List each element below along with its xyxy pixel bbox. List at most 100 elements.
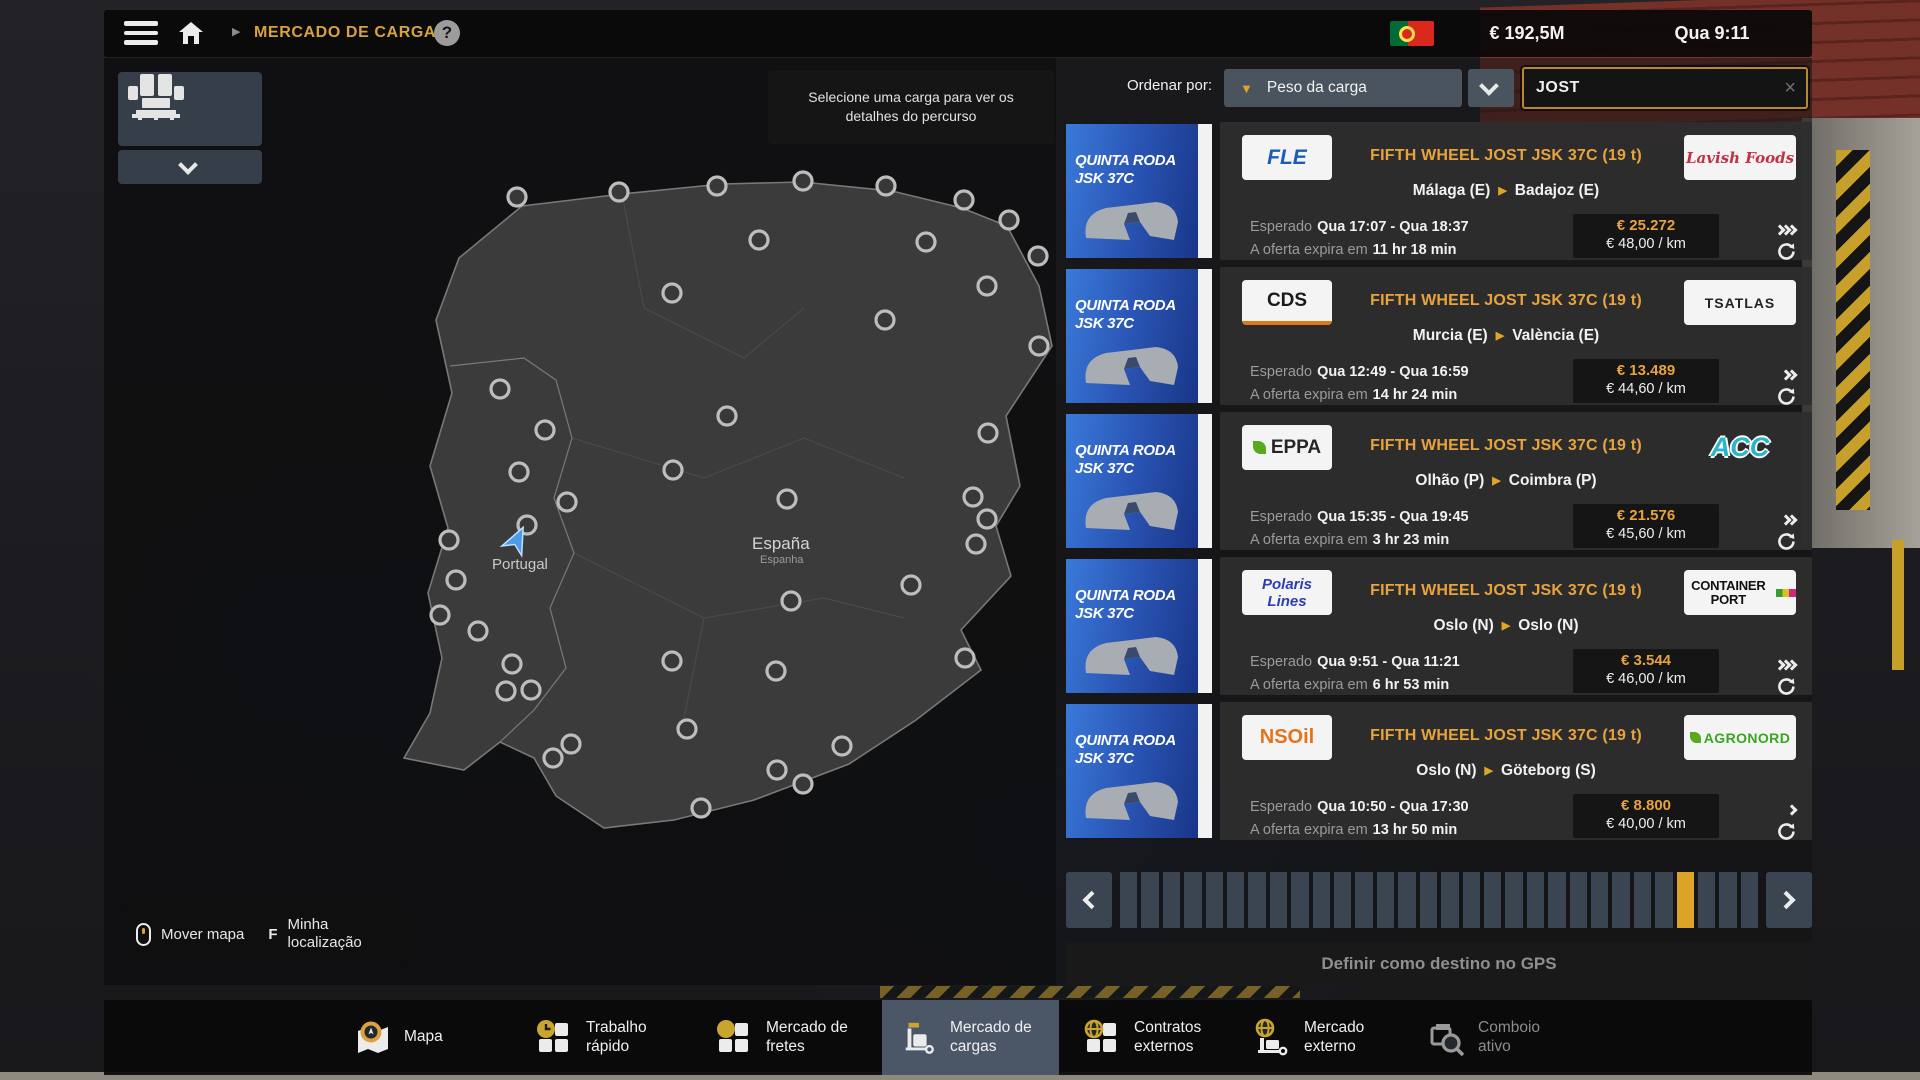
page-tick[interactable]: [1291, 872, 1308, 928]
city-marker[interactable]: [877, 177, 895, 195]
city-marker[interactable]: [522, 681, 540, 699]
city-marker[interactable]: [778, 490, 796, 508]
collapse-filter-button[interactable]: [118, 150, 262, 184]
page-tick[interactable]: [1184, 872, 1201, 928]
fifth-wheel-image: [1078, 196, 1188, 248]
city-marker[interactable]: [1000, 211, 1018, 229]
city-marker[interactable]: [833, 737, 851, 755]
page-tick[interactable]: [1163, 872, 1180, 928]
page-tick[interactable]: [1505, 872, 1522, 928]
set-gps-destination-button[interactable]: Definir como destino no GPS: [1066, 942, 1812, 985]
nav-cargo-market[interactable]: Mercado de cargas: [882, 1000, 1059, 1075]
home-icon[interactable]: [176, 18, 206, 48]
city-marker[interactable]: [979, 424, 997, 442]
city-marker[interactable]: [440, 531, 458, 549]
city-marker[interactable]: [794, 172, 812, 190]
page-tick[interactable]: [1698, 872, 1715, 928]
city-marker[interactable]: [967, 535, 985, 553]
page-tick[interactable]: [1313, 872, 1330, 928]
page-tick[interactable]: [1719, 872, 1736, 928]
city-marker[interactable]: [768, 761, 786, 779]
page-tick[interactable]: [1591, 872, 1608, 928]
city-marker[interactable]: [663, 284, 681, 302]
city-marker[interactable]: [692, 799, 710, 817]
page-tick[interactable]: [1484, 872, 1501, 928]
city-marker[interactable]: [469, 622, 487, 640]
city-marker[interactable]: [964, 488, 982, 506]
page-tick[interactable]: [1377, 872, 1394, 928]
help-icon[interactable]: ?: [434, 20, 460, 46]
city-marker[interactable]: [782, 592, 800, 610]
page-tick[interactable]: [1570, 872, 1587, 928]
page-tick[interactable]: [1741, 872, 1758, 928]
city-marker[interactable]: [917, 233, 935, 251]
city-marker[interactable]: [767, 662, 785, 680]
menu-icon[interactable]: [124, 21, 158, 46]
sort-direction-button[interactable]: [1468, 69, 1514, 107]
clear-search-icon[interactable]: ×: [1774, 77, 1806, 100]
page-tick[interactable]: [1612, 872, 1629, 928]
page-tick[interactable]: [1248, 872, 1265, 928]
city-marker[interactable]: [1029, 247, 1047, 265]
city-marker[interactable]: [978, 277, 996, 295]
city-marker[interactable]: [544, 749, 562, 767]
page-tick[interactable]: [1463, 872, 1480, 928]
city-marker[interactable]: [978, 510, 996, 528]
city-marker[interactable]: [750, 231, 768, 249]
city-marker[interactable]: [876, 311, 894, 329]
city-marker[interactable]: [1030, 337, 1048, 355]
city-marker[interactable]: [708, 177, 726, 195]
city-marker[interactable]: [558, 493, 576, 511]
page-tick[interactable]: [1355, 872, 1372, 928]
cargo-type-filter-button[interactable]: [118, 72, 262, 146]
city-marker[interactable]: [508, 188, 526, 206]
page-tick[interactable]: [1398, 872, 1415, 928]
cargo-card[interactable]: QUINTA RODA JSK 37C Polaris Lines FIFTH …: [1066, 557, 1812, 695]
nav-active-convoy[interactable]: Comboio ativo: [1426, 1000, 1574, 1075]
city-marker[interactable]: [664, 461, 682, 479]
city-marker[interactable]: [678, 720, 696, 738]
city-marker[interactable]: [503, 655, 521, 673]
city-marker[interactable]: [536, 421, 554, 439]
nav-external-market[interactable]: Mercado externo: [1252, 1000, 1400, 1075]
nav-map[interactable]: Mapa: [352, 1000, 500, 1075]
city-marker[interactable]: [510, 463, 528, 481]
page-tick[interactable]: [1441, 872, 1458, 928]
page-tick[interactable]: [1120, 872, 1137, 928]
city-marker[interactable]: [491, 380, 509, 398]
sort-dropdown[interactable]: ▼ Peso da carga: [1224, 69, 1462, 107]
city-marker[interactable]: [718, 407, 736, 425]
search-input[interactable]: [1524, 79, 1774, 97]
page-tick[interactable]: [1527, 872, 1544, 928]
nav-quick-job[interactable]: Trabalho rápido: [534, 1000, 682, 1075]
city-marker[interactable]: [663, 652, 681, 670]
page-tick[interactable]: [1420, 872, 1437, 928]
cargo-card[interactable]: QUINTA RODA JSK 37C CDS FIFTH WHEEL JOST…: [1066, 267, 1812, 405]
page-tick[interactable]: [1141, 872, 1158, 928]
city-marker[interactable]: [956, 649, 974, 667]
city-marker[interactable]: [562, 735, 580, 753]
page-tick[interactable]: [1270, 872, 1287, 928]
page-tick[interactable]: [1655, 872, 1672, 928]
page-tick[interactable]: [1206, 872, 1223, 928]
nav-external-contracts[interactable]: Contratos externos: [1082, 1000, 1230, 1075]
city-marker[interactable]: [447, 571, 465, 589]
cargo-card[interactable]: QUINTA RODA JSK 37C EPPA FIFTH WHEEL JOS…: [1066, 412, 1812, 550]
city-marker[interactable]: [431, 606, 449, 624]
city-marker[interactable]: [794, 775, 812, 793]
route-map[interactable]: España Espanha Portugal Selecione uma ca…: [104, 58, 1056, 985]
cargo-card[interactable]: QUINTA RODA JSK 37C FLE FIFTH WHEEL JOST…: [1066, 122, 1812, 260]
next-page-button[interactable]: [1766, 872, 1812, 928]
city-marker[interactable]: [497, 682, 515, 700]
page-tick[interactable]: [1334, 872, 1351, 928]
prev-page-button[interactable]: [1066, 872, 1112, 928]
city-marker[interactable]: [955, 191, 973, 209]
page-tick[interactable]: [1548, 872, 1565, 928]
cargo-card[interactable]: QUINTA RODA JSK 37C NSOil FIFTH WHEEL JO…: [1066, 702, 1812, 840]
nav-freight-market[interactable]: Mercado de fretes: [714, 1000, 862, 1075]
page-tick[interactable]: [1634, 872, 1651, 928]
city-marker[interactable]: [610, 183, 628, 201]
city-marker[interactable]: [902, 576, 920, 594]
page-tick[interactable]: [1227, 872, 1244, 928]
page-tick-active[interactable]: [1677, 872, 1694, 928]
